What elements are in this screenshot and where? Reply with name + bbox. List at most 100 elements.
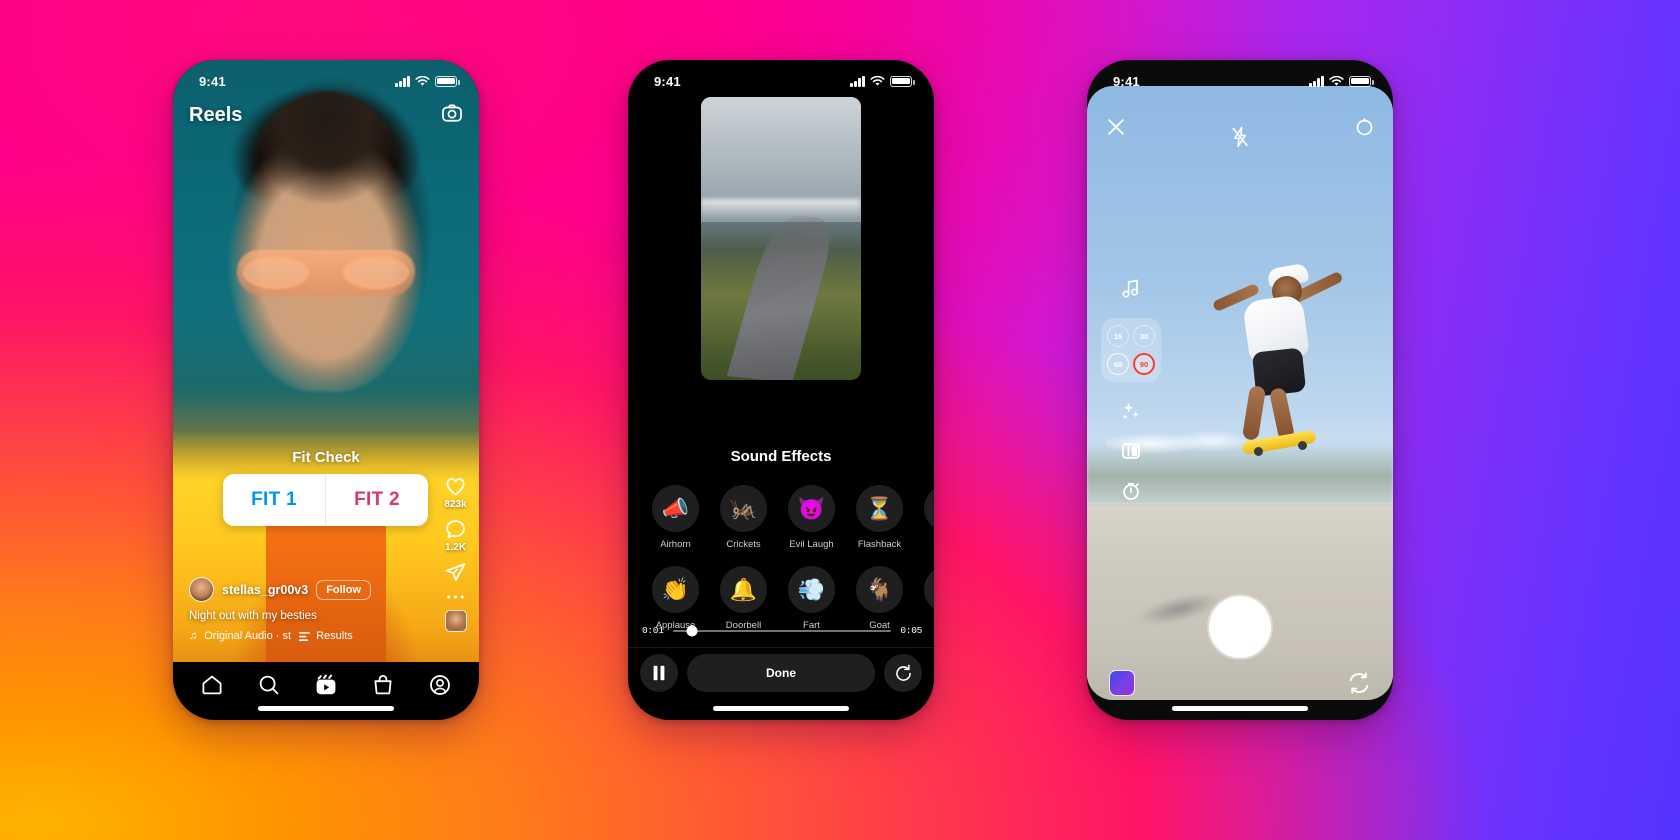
list-item[interactable]: 💨 Fart	[778, 566, 845, 631]
follow-button[interactable]: Follow	[316, 579, 372, 600]
duration-60-button[interactable]: 60	[1107, 353, 1129, 375]
decor-face	[228, 92, 424, 392]
battery-icon	[435, 75, 460, 87]
duration-15-button[interactable]: 15	[1107, 325, 1129, 347]
list-item[interactable]: 🎬 Plot T	[914, 566, 934, 631]
music-note-icon[interactable]	[1120, 278, 1142, 300]
video-preview[interactable]	[701, 97, 861, 380]
results-label: Results	[316, 630, 353, 642]
list-item[interactable]: 📣 Airhorn	[642, 485, 709, 550]
poll-question: Fit Check	[292, 449, 360, 466]
music-note-icon: ♫	[189, 630, 198, 642]
list-item[interactable]: 🔔 Doorbell	[710, 566, 777, 631]
more-action[interactable]	[444, 592, 467, 602]
home-icon	[202, 675, 222, 695]
flashback-icon: ⏳	[856, 485, 903, 532]
poll-option-2[interactable]: FIT 2	[326, 474, 428, 526]
undo-icon	[895, 664, 911, 681]
sidebar-item-shop[interactable]	[371, 673, 395, 697]
phone1-status-bar: 9:41	[173, 60, 479, 94]
send-icon	[445, 563, 466, 581]
decor-road	[726, 212, 839, 380]
sidebar-item-reels[interactable]	[314, 673, 338, 697]
phone-camera: 9:41 15 30 60 90	[1087, 60, 1393, 720]
flash-off-icon[interactable]	[1230, 126, 1250, 148]
audio-label[interactable]: Original Audio · st	[204, 630, 291, 642]
duration-selector: 15 30 60 90	[1101, 318, 1161, 382]
playback-controls: Done	[640, 654, 922, 692]
duration-30-button[interactable]: 30	[1133, 325, 1155, 347]
phone-reels: 9:41 Reels Fit Check FIT 1 FIT 2 stellas…	[173, 60, 479, 720]
like-action[interactable]: 823k	[444, 475, 467, 510]
fart-icon: 💨	[788, 566, 835, 613]
gallery-thumbnail-icon[interactable]	[1109, 670, 1135, 696]
effect-label: Flashback	[857, 539, 902, 550]
sidebar-item-home[interactable]	[200, 673, 224, 697]
decor-glasses	[237, 250, 415, 296]
cellular-bars-icon	[1309, 75, 1324, 87]
status-time: 9:41	[1113, 73, 1140, 89]
camera-icon[interactable]	[441, 102, 463, 124]
decor-skater	[1211, 246, 1348, 476]
sidebar-item-profile[interactable]	[428, 673, 452, 697]
poll-option-1[interactable]: FIT 1	[223, 474, 325, 526]
list-item[interactable]: 🎺 No	[914, 485, 934, 550]
evil-laugh-icon: 😈	[788, 485, 835, 532]
wifi-icon	[1329, 75, 1344, 86]
camera-tool-rail: 15 30 60 90	[1101, 278, 1161, 502]
gear-icon[interactable]	[1354, 117, 1375, 138]
timeline-knob[interactable]	[686, 625, 698, 636]
home-indicator	[1172, 706, 1308, 711]
home-indicator	[258, 706, 394, 711]
results-chip[interactable]: Results	[298, 630, 353, 642]
sparkles-icon[interactable]	[1120, 400, 1142, 422]
status-indicators	[1309, 75, 1374, 87]
phone3-status-bar: 9:41	[1087, 60, 1393, 94]
timeline-track[interactable]	[672, 625, 892, 636]
cellular-bars-icon	[395, 75, 410, 87]
undo-button[interactable]	[884, 654, 922, 692]
sound-effects-row-1: 📣 Airhorn 🦗 Crickets 😈 Evil Laugh ⏳ Flas…	[642, 485, 934, 550]
plot-twist-icon: 🎬	[924, 566, 934, 613]
duration-90-button[interactable]: 90	[1133, 353, 1155, 375]
goat-icon: 🐐	[856, 566, 903, 613]
camera-bottom-bar	[1087, 660, 1393, 720]
flip-camera-icon[interactable]	[1347, 671, 1371, 695]
timeline-current: 0:01	[642, 625, 664, 636]
crickets-icon: 🦗	[720, 485, 767, 532]
shutter-button[interactable]	[1209, 596, 1271, 658]
poll-widget[interactable]: FIT 1 FIT 2	[223, 474, 428, 526]
home-indicator	[713, 706, 849, 711]
layout-split-icon[interactable]	[1120, 440, 1142, 462]
audio-row: ♫ Original Audio · st Results	[189, 630, 401, 642]
no-icon: 🎺	[924, 485, 934, 532]
status-time: 9:41	[654, 73, 681, 89]
post-meta: stellas_gr00v3 Follow Night out with my …	[189, 577, 401, 642]
search-icon	[259, 675, 279, 695]
phone1-screen: 9:41 Reels Fit Check FIT 1 FIT 2 stellas…	[173, 60, 479, 720]
close-x-icon[interactable]	[1105, 116, 1127, 138]
list-item[interactable]: 🐐 Goat	[846, 566, 913, 631]
list-item[interactable]: ⏳ Flashback	[846, 485, 913, 550]
notch	[718, 60, 844, 86]
effect-label: Airhorn	[660, 539, 691, 550]
like-count: 823k	[444, 499, 467, 510]
timer-icon[interactable]	[1120, 480, 1142, 502]
comment-action[interactable]: 1.2K	[444, 518, 467, 553]
list-item[interactable]: 😈 Evil Laugh	[778, 485, 845, 550]
action-rail: 823k 1.2K	[444, 475, 467, 632]
caption: Night out with my besties	[189, 610, 317, 622]
pause-button[interactable]	[640, 654, 678, 692]
heart-icon	[446, 478, 465, 496]
list-item[interactable]: 🦗 Crickets	[710, 485, 777, 550]
done-button[interactable]: Done	[687, 654, 875, 692]
audio-thumbnail-icon[interactable]	[444, 610, 467, 632]
applause-icon: 👏	[652, 566, 699, 613]
share-action[interactable]	[444, 561, 467, 584]
list-item[interactable]: 👏 Applause	[642, 566, 709, 631]
sidebar-item-search[interactable]	[257, 673, 281, 697]
audio-timeline[interactable]: 0:01 0:05	[642, 625, 922, 636]
doorbell-icon: 🔔	[720, 566, 767, 613]
avatar[interactable]	[189, 577, 214, 602]
username[interactable]: stellas_gr00v3	[222, 583, 308, 597]
